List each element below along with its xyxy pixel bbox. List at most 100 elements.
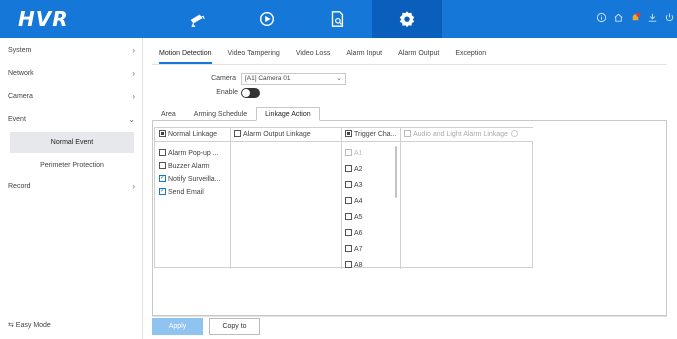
nav-playback[interactable] — [232, 0, 302, 38]
checkbox[interactable] — [159, 149, 166, 156]
tab-motion-detection[interactable]: Motion Detection — [159, 50, 212, 64]
checkbox[interactable] — [345, 165, 352, 172]
sidebar-item-network[interactable]: Network › — [0, 63, 143, 85]
audio-light-alarm-header-label: Audio and Light Alarm Linkage — [413, 131, 508, 138]
channel-a8[interactable]: A8 — [345, 261, 363, 269]
help-icon[interactable] — [510, 130, 518, 137]
alarm-output-linkage-header[interactable]: Alarm Output Linkage — [230, 128, 341, 142]
tab-video-loss[interactable]: Video Loss — [296, 50, 331, 64]
sidebar-subitem-normal-event[interactable]: Normal Event — [10, 132, 134, 153]
channel-a1[interactable]: A1 — [345, 149, 363, 157]
footer-divider — [152, 316, 667, 317]
channel-label: A2 — [354, 166, 363, 173]
app-logo: HVR — [18, 7, 69, 31]
nav-live-view[interactable] — [162, 0, 232, 38]
option-buzzer-alarm[interactable]: Buzzer Alarm — [159, 162, 210, 170]
channel-label: A6 — [354, 230, 363, 237]
channel-label: A7 — [354, 246, 363, 253]
column-divider — [341, 128, 342, 269]
checkbox[interactable] — [345, 261, 352, 268]
option-label: Buzzer Alarm — [168, 163, 210, 170]
info-icon[interactable] — [596, 12, 607, 23]
sidebar-item-label: System — [8, 47, 32, 54]
channel-a4[interactable]: A4 — [345, 197, 363, 205]
tab-alarm-output[interactable]: Alarm Output — [398, 50, 439, 64]
sidebar-item-label: Record — [8, 183, 31, 190]
channel-a5[interactable]: A5 — [345, 213, 363, 221]
channel-list-scrollbar[interactable] — [395, 146, 397, 198]
sidebar-item-label: Network — [8, 70, 34, 77]
camera-label: Camera — [211, 75, 236, 82]
checkbox-trigger-channel[interactable] — [345, 130, 352, 137]
subtab-linkage-action[interactable]: Linkage Action — [256, 107, 320, 121]
trigger-channel-header-label: Trigger Cha... — [354, 131, 397, 138]
alarm-output-linkage-header-label: Alarm Output Linkage — [243, 131, 311, 138]
normal-linkage-header-label: Normal Linkage — [168, 131, 218, 138]
home-icon[interactable] — [613, 12, 624, 23]
checkbox-audio-light-alarm[interactable] — [404, 130, 411, 137]
nav-configuration[interactable] — [372, 0, 442, 38]
checkbox-alarm-output-linkage[interactable] — [234, 130, 241, 137]
chevron-right-icon: › — [132, 69, 135, 78]
trigger-channel-header[interactable]: Trigger Cha... — [341, 128, 400, 142]
channel-label: A3 — [354, 182, 363, 189]
option-notify-surveillance[interactable]: Notify Surveilla... — [159, 174, 221, 183]
sidebar-item-system[interactable]: System › — [0, 40, 143, 62]
power-icon[interactable] — [664, 12, 675, 23]
checkbox[interactable] — [345, 245, 352, 252]
checkbox[interactable] — [345, 149, 352, 156]
apply-button[interactable]: Apply — [152, 318, 203, 335]
channel-label: A8 — [354, 262, 363, 269]
enable-toggle[interactable] — [241, 88, 260, 98]
camera-select[interactable]: [A1] Camera 01 ⌄ — [241, 73, 346, 85]
option-alarm-popup[interactable]: Alarm Pop-up ... — [159, 149, 219, 157]
nav-file-search[interactable] — [302, 0, 372, 38]
checkbox-checked[interactable] — [159, 174, 166, 182]
sidebar-item-event[interactable]: Event ⌄ — [0, 109, 143, 131]
channel-a7[interactable]: A7 — [345, 245, 363, 253]
checkbox[interactable] — [345, 181, 352, 188]
subtab-area[interactable]: Area — [152, 107, 185, 121]
channel-label: A4 — [354, 198, 363, 205]
column-divider — [400, 128, 401, 269]
chevron-down-icon: ⌄ — [336, 75, 342, 82]
checkbox[interactable] — [345, 197, 352, 204]
normal-linkage-header[interactable]: Normal Linkage — [155, 128, 230, 142]
subtab-arming-schedule[interactable]: Arming Schedule — [185, 107, 256, 121]
checkbox-normal-linkage[interactable] — [159, 130, 166, 137]
event-tabs: Motion Detection Video Tampering Video L… — [159, 50, 486, 64]
tab-exception[interactable]: Exception — [455, 50, 486, 64]
channel-label: A5 — [354, 214, 363, 221]
option-label: Alarm Pop-up ... — [168, 150, 219, 157]
sidebar-item-record[interactable]: Record › — [0, 176, 143, 198]
easy-mode-button[interactable]: ⇆ Easy Mode — [8, 321, 51, 329]
copy-to-button[interactable]: Copy to — [209, 318, 260, 335]
sidebar: System › Network › Camera › Event ⌄ Norm… — [0, 38, 143, 339]
channel-a2[interactable]: A2 — [345, 165, 363, 173]
chevron-right-icon: › — [132, 46, 135, 55]
chevron-right-icon: › — [132, 92, 135, 101]
sidebar-subitem-perimeter-protection[interactable]: Perimeter Protection — [10, 155, 134, 176]
enable-label: Enable — [216, 89, 238, 96]
checkbox[interactable] — [345, 213, 352, 220]
sidebar-item-label: Camera — [8, 93, 33, 100]
chevron-right-icon: › — [132, 182, 135, 191]
channel-a3[interactable]: A3 — [345, 181, 363, 189]
option-label: Send Email — [168, 189, 204, 196]
checkbox[interactable] — [345, 229, 352, 236]
camera-icon — [190, 14, 205, 27]
sidebar-item-camera[interactable]: Camera › — [0, 86, 143, 108]
tab-alarm-input[interactable]: Alarm Input — [346, 50, 382, 64]
alarm-bell-icon[interactable] — [630, 12, 641, 23]
top-right-toolbar — [596, 12, 675, 23]
option-send-email[interactable]: Send Email — [159, 187, 204, 196]
gear-icon — [399, 11, 415, 28]
checkbox[interactable] — [159, 162, 166, 169]
audio-light-alarm-header[interactable]: Audio and Light Alarm Linkage — [400, 128, 533, 142]
download-icon[interactable] — [647, 12, 658, 23]
channel-a6[interactable]: A6 — [345, 229, 363, 237]
checkbox-checked[interactable] — [159, 187, 166, 195]
tab-video-tampering[interactable]: Video Tampering — [228, 50, 280, 64]
channel-label: A1 — [354, 150, 363, 157]
tabs-divider — [152, 64, 667, 65]
